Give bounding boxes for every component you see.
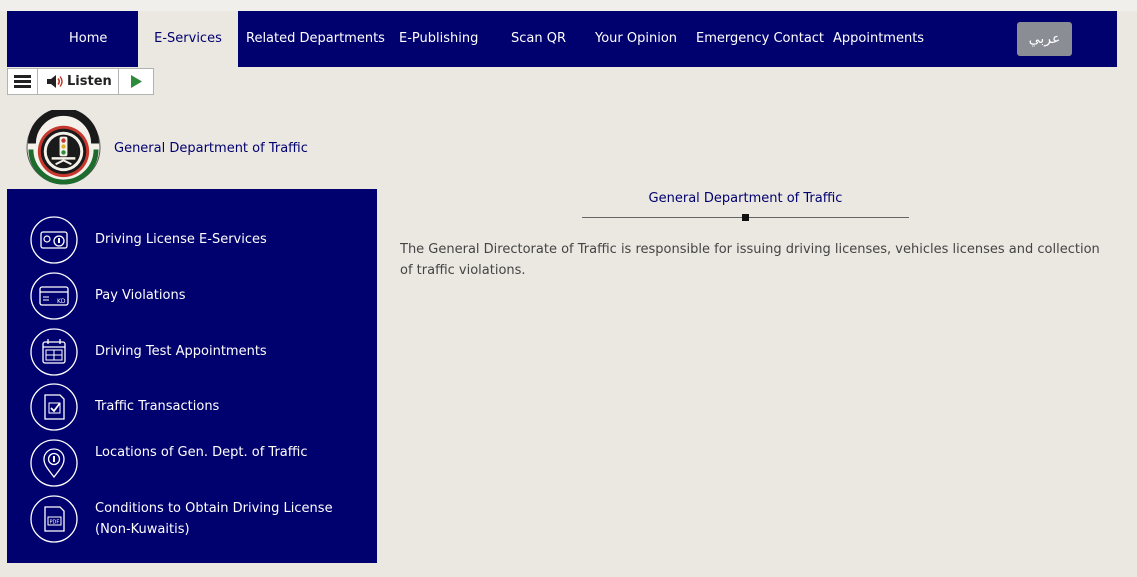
traffic-department-logo <box>26 110 101 185</box>
menu-icon-bar <box>14 85 31 88</box>
nav-appointments[interactable]: Appointments <box>833 11 924 67</box>
nav-e-services[interactable]: E-Services <box>138 11 238 67</box>
location-pin-icon <box>30 439 78 487</box>
content-title: General Department of Traffic <box>648 191 843 206</box>
menu-icon-bar <box>14 80 31 83</box>
top-strip <box>0 0 1137 11</box>
nav-emergency-contact[interactable]: Emergency Contact <box>696 11 824 67</box>
license-card-icon <box>30 216 78 264</box>
nav-related-departments[interactable]: Related Departments <box>246 11 385 67</box>
sidebar-item-label: Driving Test Appointments <box>95 344 267 359</box>
document-check-icon <box>30 383 78 431</box>
sidebar-item-label: Traffic Transactions <box>95 399 220 414</box>
listen-button[interactable]: Listen <box>38 69 119 94</box>
sidebar-item-driving-test-appointments[interactable]: Driving Test Appointments <box>7 325 377 379</box>
sidebar-item-driving-license-e-services[interactable]: Driving License E-Services <box>7 213 377 267</box>
listen-menu-button[interactable] <box>8 69 38 94</box>
nav-your-opinion[interactable]: Your Opinion <box>595 11 677 67</box>
title-divider-dot <box>742 214 749 221</box>
listen-toolbar: Listen <box>7 68 154 95</box>
sidebar-item-label: Conditions to Obtain Driving License (No… <box>95 501 333 537</box>
sidebar-services: Driving License E-Services KD Pay Violat… <box>7 189 377 563</box>
calendar-icon <box>30 328 78 376</box>
nav-e-publishing[interactable]: E-Publishing <box>399 11 478 67</box>
arabic-language-button[interactable]: عربي <box>1017 22 1072 56</box>
svg-text:KD: KD <box>57 298 66 305</box>
play-icon <box>131 75 142 88</box>
menu-icon-bar <box>14 75 31 78</box>
sidebar-item-locations[interactable]: Locations of Gen. Dept. of Traffic <box>7 436 377 490</box>
sidebar-item-label: Locations of Gen. Dept. of Traffic <box>95 445 308 460</box>
content-description: The General Directorate of Traffic is re… <box>400 242 1100 278</box>
sidebar-item-label: Pay Violations <box>95 288 186 303</box>
nav-home[interactable]: Home <box>69 11 107 67</box>
sidebar-item-conditions-non-kuwaitis[interactable]: PDF Conditions to Obtain Driving License… <box>7 492 377 546</box>
svg-text:PDF: PDF <box>50 520 60 526</box>
speaker-icon <box>47 75 63 88</box>
nav-scan-qr[interactable]: Scan QR <box>511 11 566 67</box>
pdf-document-icon: PDF <box>30 495 78 543</box>
listen-label: Listen <box>67 74 112 89</box>
kd-card-icon: KD <box>30 272 78 320</box>
main-navbar: Home E-Services Related Departments E-Pu… <box>7 11 1117 67</box>
play-button[interactable] <box>119 69 153 94</box>
brand-title: General Department of Traffic <box>114 141 308 156</box>
sidebar-item-traffic-transactions[interactable]: Traffic Transactions <box>7 380 377 434</box>
sidebar-item-label: Driving License E-Services <box>95 232 267 247</box>
sidebar-item-pay-violations[interactable]: KD Pay Violations <box>7 269 377 323</box>
